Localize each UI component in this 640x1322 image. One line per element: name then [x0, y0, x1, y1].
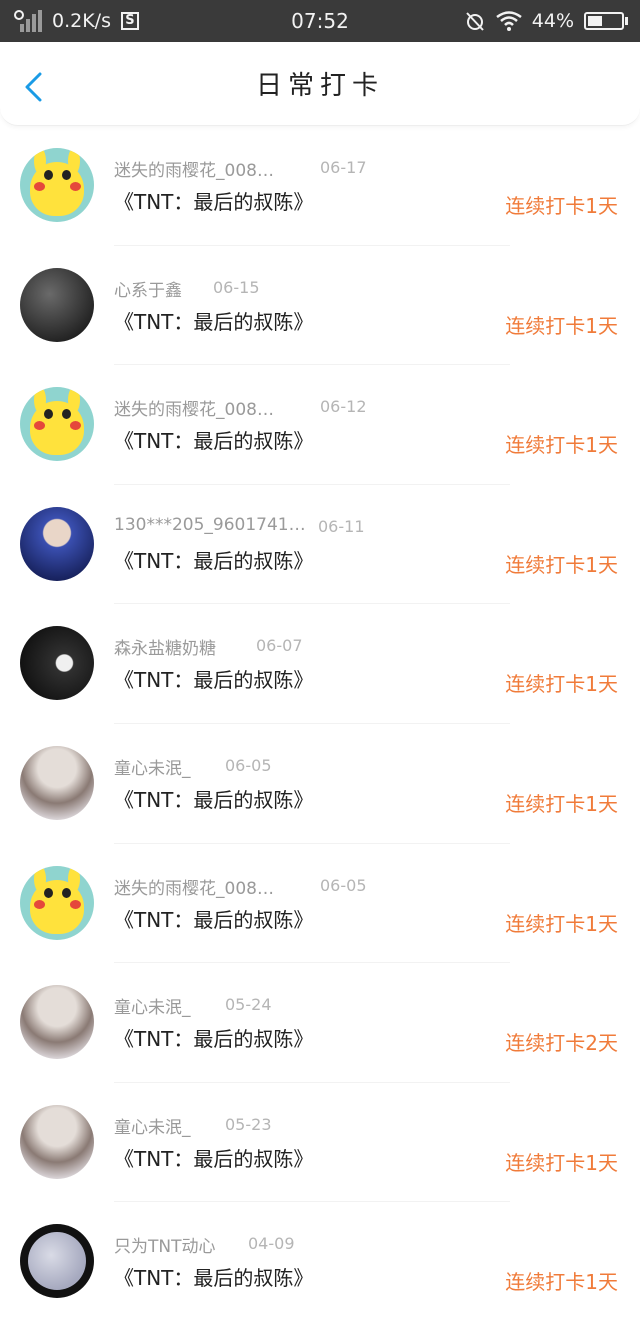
- checkin-date: 06-05: [320, 875, 367, 895]
- list-item[interactable]: 童心未泯_ 05-24 《TNT：最后的叔陈》 连续打卡2天: [0, 963, 640, 1083]
- user-name[interactable]: 童心未泯_: [114, 1113, 191, 1138]
- streak-label: 连续打卡1天: [505, 672, 618, 697]
- book-title: 《TNT：最后的叔陈》: [114, 907, 314, 932]
- book-title: 《TNT：最后的叔陈》: [114, 787, 314, 812]
- book-title: 《TNT：最后的叔陈》: [114, 190, 314, 214]
- avatar[interactable]: [20, 1104, 94, 1179]
- list-item[interactable]: 只为TNT动心 04-09 《TNT：最后的叔陈》 连续打卡1天: [0, 1202, 640, 1322]
- avatar[interactable]: [20, 865, 94, 940]
- streak-label: 连续打卡2天: [505, 1031, 618, 1056]
- checkin-date: 05-24: [225, 995, 272, 1015]
- list-item[interactable]: 童心未泯_ 06-05 《TNT：最后的叔陈》 连续打卡1天: [0, 724, 640, 844]
- title-bar: 日常打卡: [0, 42, 640, 126]
- avatar[interactable]: [20, 148, 94, 222]
- list-item[interactable]: 童心未泯_ 05-23 《TNT：最后的叔陈》 连续打卡1天: [0, 1083, 640, 1203]
- back-button[interactable]: [20, 72, 48, 102]
- user-name[interactable]: 童心未泯_: [114, 993, 191, 1018]
- status-left: 0.2K/s S: [14, 10, 139, 32]
- avatar[interactable]: [20, 626, 94, 701]
- status-right: 44%: [464, 10, 628, 32]
- avatar[interactable]: [20, 506, 94, 581]
- book-title: 《TNT：最后的叔陈》: [114, 1027, 314, 1052]
- user-name[interactable]: 童心未泯_: [114, 754, 191, 779]
- avatar[interactable]: [20, 387, 94, 462]
- checkin-date: 05-23: [225, 1114, 272, 1134]
- checkin-date: 06-05: [225, 755, 272, 775]
- user-name[interactable]: 森永盐糖奶糖: [114, 634, 216, 659]
- streak-label: 连续打卡1天: [505, 313, 618, 338]
- avatar[interactable]: [20, 745, 94, 820]
- user-name[interactable]: 心系于鑫: [114, 276, 182, 301]
- alarm-off-icon: [466, 12, 484, 31]
- checkin-date: 06-11: [318, 516, 365, 536]
- streak-label: 连续打卡1天: [505, 911, 618, 936]
- book-title: 《TNT：最后的叔陈》: [114, 309, 314, 334]
- avatar[interactable]: [20, 267, 94, 342]
- list-item[interactable]: 130***205_9601741659 06-11 《TNT：最后的叔陈》 连…: [0, 485, 640, 605]
- avatar[interactable]: [20, 985, 94, 1060]
- checkin-list: 迷失的雨樱花_008… 06-17 《TNT：最后的叔陈》 连续打卡1天 心系于…: [0, 126, 640, 1322]
- list-item[interactable]: 迷失的雨樱花_008… 06-12 《TNT：最后的叔陈》 连续打卡1天: [0, 365, 640, 485]
- streak-label: 连续打卡1天: [505, 433, 618, 458]
- network-speed: 0.2K/s: [52, 10, 111, 32]
- streak-label: 连续打卡1天: [505, 791, 618, 816]
- book-title: 《TNT：最后的叔陈》: [114, 548, 314, 573]
- status-bar: 0.2K/s S 07:52 44%: [0, 0, 640, 42]
- chevron-left-icon: [25, 72, 42, 102]
- streak-label: 连续打卡1天: [505, 1150, 618, 1175]
- book-title: 《TNT：最后的叔陈》: [114, 1146, 314, 1171]
- user-name[interactable]: 迷失的雨樱花_008…: [114, 395, 274, 420]
- user-name[interactable]: 130***205_9601741659: [114, 515, 314, 535]
- list-item[interactable]: 迷失的雨樱花_008… 06-05 《TNT：最后的叔陈》 连续打卡1天: [0, 844, 640, 964]
- list-item[interactable]: 迷失的雨樱花_008… 06-17 《TNT：最后的叔陈》 连续打卡1天: [0, 126, 640, 246]
- streak-label: 连续打卡1天: [505, 1270, 618, 1295]
- user-name[interactable]: 迷失的雨樱花_008…: [114, 874, 274, 899]
- wifi-icon: [496, 11, 522, 31]
- streak-label: 连续打卡1天: [505, 552, 618, 577]
- book-title: 《TNT：最后的叔陈》: [114, 668, 314, 693]
- avatar[interactable]: [20, 1224, 94, 1299]
- checkin-date: 04-09: [248, 1234, 295, 1254]
- streak-label: 连续打卡1天: [505, 194, 618, 218]
- book-title: 《TNT：最后的叔陈》: [114, 1266, 314, 1291]
- battery-percent: 44%: [531, 10, 574, 32]
- checkin-date: 06-17: [320, 158, 367, 177]
- list-item[interactable]: 心系于鑫 06-15 《TNT：最后的叔陈》 连续打卡1天: [0, 246, 640, 366]
- book-title: 《TNT：最后的叔陈》: [114, 429, 314, 454]
- list-item[interactable]: 森永盐糖奶糖 06-07 《TNT：最后的叔陈》 连续打卡1天: [0, 604, 640, 724]
- app-s-icon: S: [120, 12, 139, 30]
- user-name[interactable]: 只为TNT动心: [114, 1232, 216, 1257]
- user-name[interactable]: 迷失的雨樱花_008…: [114, 156, 274, 181]
- page-title: 日常打卡: [255, 71, 384, 101]
- checkin-date: 06-15: [213, 277, 260, 297]
- battery-icon: [584, 12, 628, 30]
- checkin-date: 06-07: [256, 636, 303, 656]
- signal-icon: [14, 10, 42, 32]
- checkin-date: 06-12: [320, 397, 367, 417]
